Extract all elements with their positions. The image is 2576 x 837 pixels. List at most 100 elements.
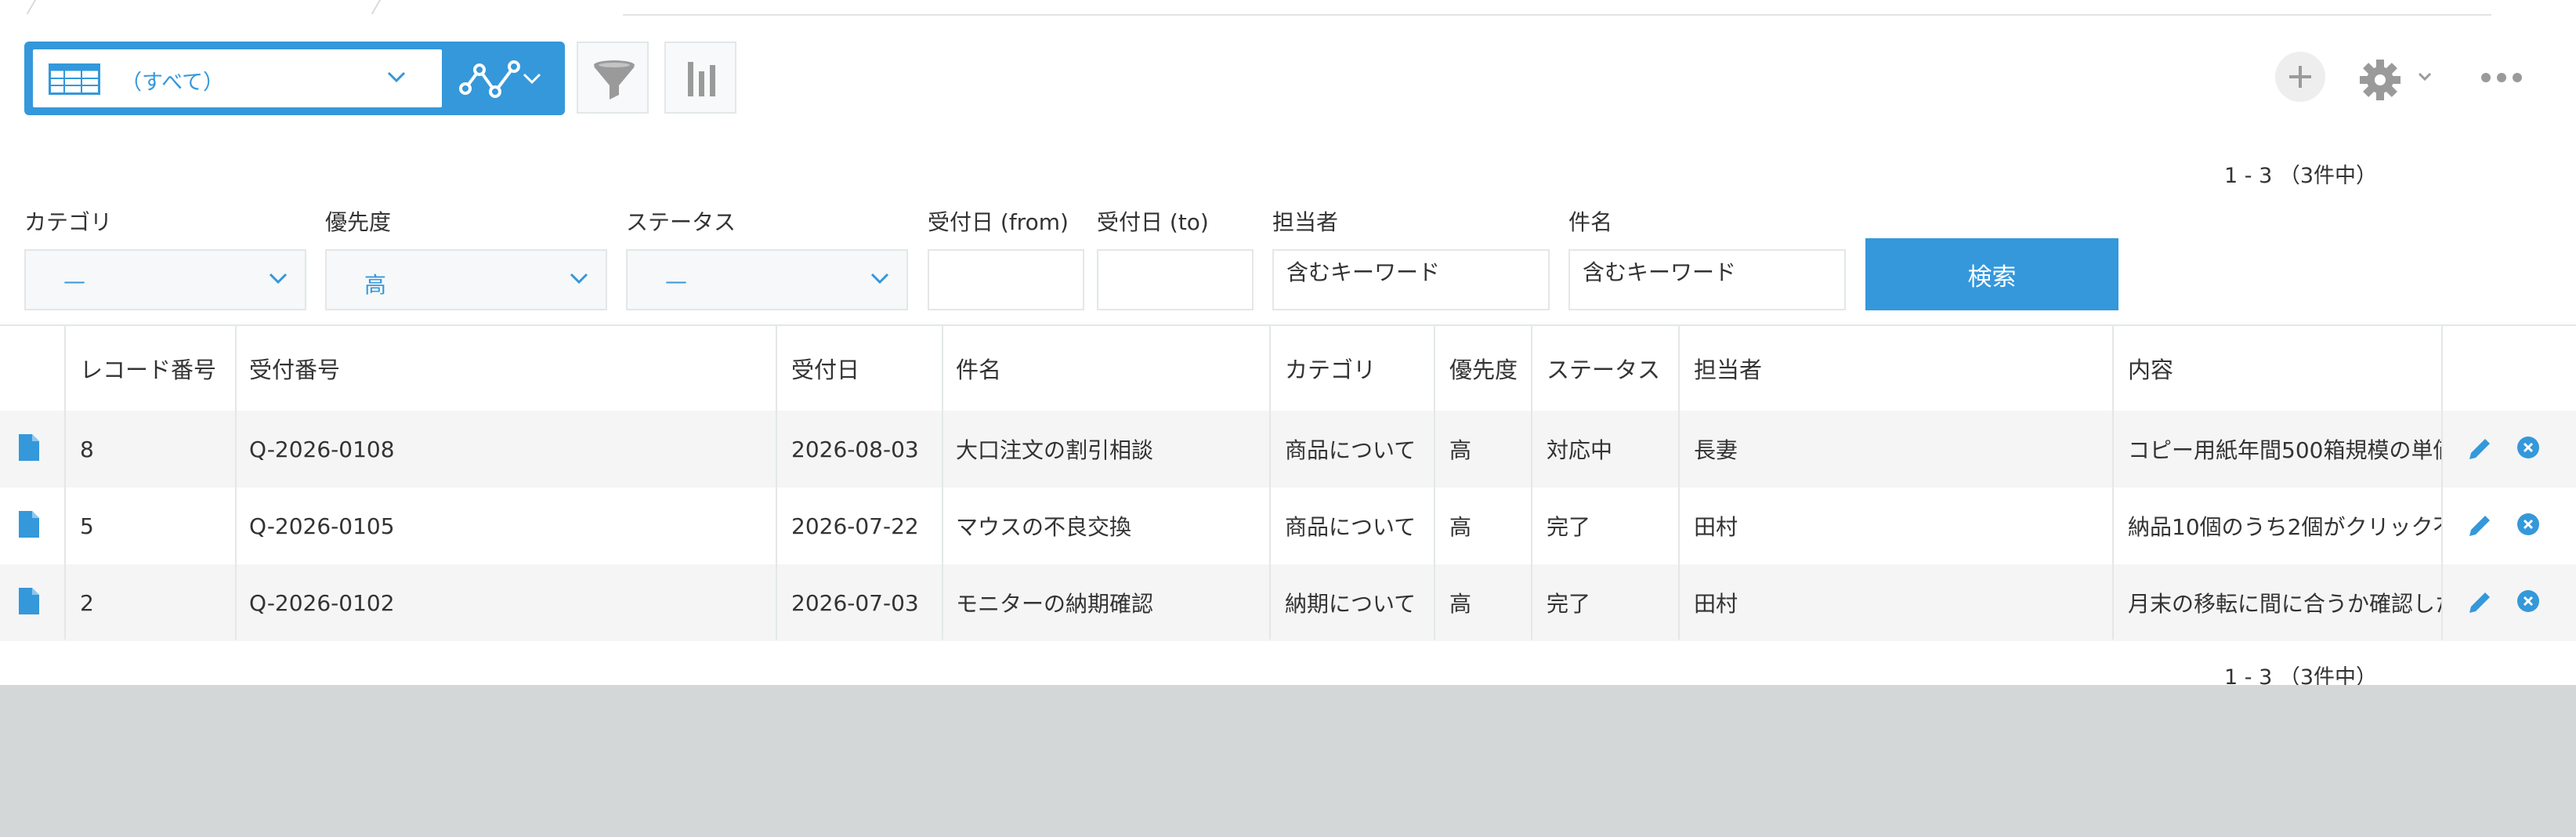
cell-status: 完了 (1547, 591, 1591, 617)
cell-category: 商品について (1285, 437, 1416, 463)
filter-label-date-to: 受付日 (to) (1097, 209, 1209, 235)
priority-select-value: 高 (364, 272, 387, 298)
header-category[interactable]: カテゴリ (1271, 326, 1435, 411)
header-record-number[interactable]: レコード番号 (66, 326, 235, 411)
filter-label-assignee: 担当者 (1272, 209, 1339, 235)
cell-reception-number: Q-2026-0105 (249, 513, 395, 539)
filter-label-date-from: 受付日 (from) (928, 209, 1069, 235)
more-icon[interactable] (2480, 72, 2523, 83)
tab-strip (0, 0, 407, 14)
header-status[interactable]: ステータス (1532, 326, 1680, 411)
cell-record-number: 2 (80, 589, 94, 616)
column-divider (1531, 326, 1532, 640)
cell-assignee: 田村 (1694, 514, 1738, 540)
chart-button[interactable] (664, 42, 736, 114)
document-icon[interactable] (19, 588, 39, 614)
table-row: 2 Q-2026-0102 2026-07-03 モニターの納期確認 納期につい… (0, 564, 2576, 641)
column-divider (776, 326, 777, 640)
cell-reception-date: 2026-07-03 (791, 589, 919, 616)
view-switcher: （すべて） (24, 42, 565, 115)
cell-reception-date: 2026-08-03 (791, 436, 919, 462)
column-divider (2112, 326, 2114, 640)
category-select[interactable]: — (24, 249, 306, 310)
pager-range: 1 - 3 (2224, 164, 2273, 188)
view-select[interactable]: （すべて） (33, 49, 442, 107)
cell-assignee: 長妻 (1694, 437, 1738, 463)
assignee-input[interactable]: 含むキーワード (1272, 249, 1550, 310)
priority-select[interactable]: 高 (325, 249, 607, 310)
column-divider (942, 326, 943, 640)
page-footer-area (0, 685, 2576, 837)
column-divider (2441, 326, 2443, 640)
date-to-input[interactable] (1097, 249, 1254, 310)
graph-icon[interactable] (459, 57, 522, 100)
filter-button[interactable] (577, 42, 649, 114)
table-icon (49, 63, 100, 95)
close-circle-icon[interactable] (2516, 513, 2540, 536)
column-divider (1434, 326, 1435, 640)
cell-assignee: 田村 (1694, 591, 1738, 617)
cell-reception-number: Q-2026-0108 (249, 436, 395, 462)
pencil-icon[interactable] (2466, 589, 2493, 616)
search-button[interactable]: 検索 (1865, 238, 2118, 310)
pager-top: 1 - 3 （3件中） (2224, 158, 2377, 189)
table-header: レコード番号 受付番号 受付日 件名 カテゴリ 優先度 ステータス 担当者 内容 (0, 326, 2576, 411)
cell-content: 月末の移転に間に合うか確認したい (2128, 591, 2443, 617)
cell-status: 対応中 (1547, 437, 1613, 463)
chevron-down-icon (269, 273, 288, 284)
subject-input[interactable]: 含むキーワード (1568, 249, 1846, 310)
cell-reception-date: 2026-07-22 (791, 513, 919, 539)
header-reception-date[interactable]: 受付日 (777, 326, 942, 411)
cell-subject: 大口注文の割引相談 (956, 437, 1154, 463)
status-select-value: — (665, 268, 687, 294)
graph-chevron-down-icon[interactable] (523, 73, 541, 84)
cell-priority: 高 (1449, 514, 1472, 540)
header-reception-number[interactable]: 受付番号 (235, 326, 777, 411)
document-icon[interactable] (19, 511, 39, 538)
table-row: 5 Q-2026-0105 2026-07-22 マウスの不良交換 商品について… (0, 487, 2576, 564)
cell-priority: 高 (1449, 591, 1472, 617)
cell-reception-number: Q-2026-0102 (249, 589, 395, 616)
cell-category: 納期について (1285, 591, 1416, 617)
close-circle-icon[interactable] (2516, 589, 2540, 613)
header-divider (623, 14, 2491, 16)
cell-category: 商品について (1285, 514, 1416, 540)
chevron-down-icon (570, 273, 588, 284)
column-divider (64, 326, 66, 640)
column-divider (1678, 326, 1680, 640)
header-content[interactable]: 内容 (2114, 326, 2443, 411)
category-select-value: — (63, 268, 85, 294)
date-from-input[interactable] (928, 249, 1084, 310)
table-row: 8 Q-2026-0108 2026-08-03 大口注文の割引相談 商品につい… (0, 411, 2576, 487)
add-record-button[interactable] (2275, 52, 2325, 102)
gear-icon[interactable] (2358, 58, 2402, 102)
header-priority[interactable]: 優先度 (1435, 326, 1532, 411)
header-subject[interactable]: 件名 (942, 326, 1271, 411)
bar-chart-icon (688, 62, 715, 96)
funnel-icon (594, 60, 635, 100)
pager-count: （3件中） (2278, 164, 2378, 188)
header-assignee[interactable]: 担当者 (1680, 326, 2114, 411)
chevron-down-icon (387, 71, 406, 82)
column-divider (235, 326, 237, 640)
filter-label-status: ステータス (626, 209, 736, 235)
plus-icon (2289, 66, 2311, 88)
cell-subject: マウスの不良交換 (956, 514, 1132, 540)
cell-record-number: 5 (80, 513, 94, 539)
close-circle-icon[interactable] (2516, 436, 2540, 459)
pencil-icon[interactable] (2466, 436, 2493, 462)
record-table: レコード番号 受付番号 受付日 件名 カテゴリ 優先度 ステータス 担当者 内容… (0, 324, 2576, 641)
cell-content: 納品10個のうち2個がクリック不良 (2128, 514, 2443, 540)
status-select[interactable]: — (626, 249, 908, 310)
cell-content: コピー用紙年間500箱規模の単価 (2128, 437, 2443, 463)
filter-label-subject: 件名 (1568, 209, 1613, 235)
chevron-down-icon (870, 273, 889, 284)
filter-label-priority: 優先度 (325, 209, 392, 235)
document-icon[interactable] (19, 434, 39, 461)
pencil-icon[interactable] (2466, 513, 2493, 539)
filter-label-category: カテゴリ (24, 209, 113, 235)
column-divider (1269, 326, 1271, 640)
settings-chevron-down-icon[interactable] (2418, 72, 2432, 82)
cell-subject: モニターの納期確認 (956, 591, 1154, 617)
cell-status: 完了 (1547, 514, 1591, 540)
